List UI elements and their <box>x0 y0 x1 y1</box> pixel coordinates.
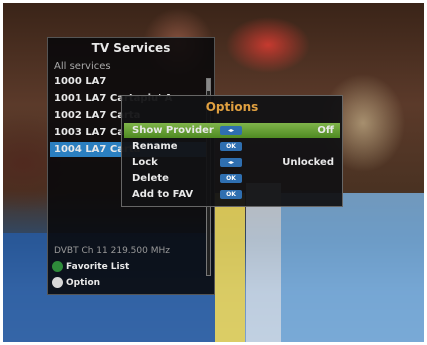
option-rename[interactable]: Rename OK <box>124 139 340 154</box>
option-label: Add to FAV <box>132 189 194 200</box>
option-show-provider[interactable]: Show Provider ◂▸ Off <box>124 123 340 138</box>
yellow-band <box>215 193 245 342</box>
option-label: Rename <box>132 141 178 152</box>
ok-key-icon: OK <box>220 142 242 151</box>
left-right-key-icon: ◂▸ <box>220 158 242 167</box>
option-label: Lock <box>132 157 158 168</box>
service-item[interactable]: 1000 LA7 <box>50 74 208 89</box>
panel-title: TV Services <box>91 41 171 55</box>
favorite-list-hint[interactable]: Favorite List <box>52 260 129 274</box>
services-filter-label: All services <box>54 61 111 72</box>
option-label: Show Provider <box>132 125 214 136</box>
tv-video-background: TV Services All services 1000 LA7 1001 L… <box>3 3 424 342</box>
option-label: Delete <box>132 173 169 184</box>
green-button-icon <box>52 261 63 272</box>
option-value: Off <box>317 125 334 136</box>
frequency-info: DVBT Ch 11 219.500 MHz <box>54 246 170 256</box>
favorite-list-label: Favorite List <box>66 262 130 272</box>
option-value: Unlocked <box>282 157 334 168</box>
option-label: Option <box>66 278 101 288</box>
scrollbar-thumb[interactable] <box>207 79 210 91</box>
ok-key-icon: OK <box>220 174 242 183</box>
ok-key-icon: OK <box>220 190 242 199</box>
option-lock[interactable]: Lock ◂▸ Unlocked <box>124 155 340 170</box>
option-delete[interactable]: Delete OK <box>124 171 340 186</box>
option-hint[interactable]: Option <box>52 276 100 290</box>
options-menu: Options Show Provider ◂▸ Off Rename OK L… <box>121 95 343 207</box>
option-add-to-fav[interactable]: Add to FAV OK <box>124 187 340 202</box>
left-right-key-icon: ◂▸ <box>220 126 242 135</box>
white-button-icon <box>52 277 63 288</box>
sky-blue-area <box>281 193 424 342</box>
options-title: Options <box>205 100 259 114</box>
